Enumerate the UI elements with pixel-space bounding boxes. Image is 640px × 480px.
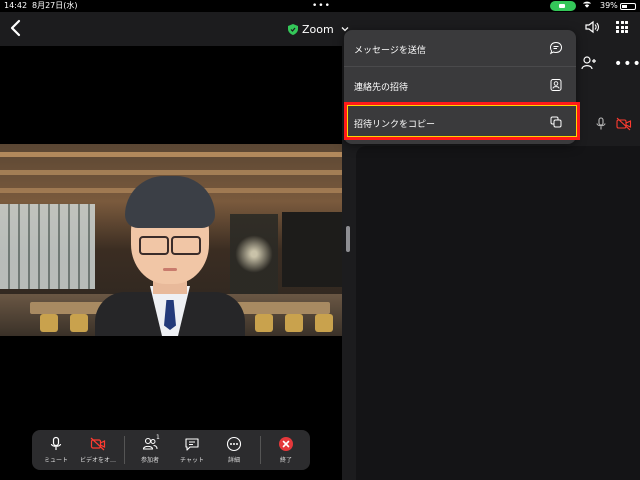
multitask-dots[interactable]: ••• (312, 0, 331, 12)
invite-button[interactable] (580, 54, 598, 72)
camera-indicator-icon (550, 1, 576, 11)
meeting-title-button[interactable]: Zoom (288, 20, 349, 38)
end-button[interactable]: 終了 (266, 434, 306, 468)
avatar (95, 174, 245, 336)
participant-mic-icon (594, 116, 608, 130)
status-date: 8月27日(水) (32, 1, 78, 10)
chat-icon (185, 438, 199, 451)
more-button[interactable]: 詳細 (214, 434, 254, 468)
mute-button[interactable]: ミュート (36, 434, 76, 468)
more-label: 詳細 (227, 457, 240, 464)
participants-count-badge: 1 (156, 434, 160, 441)
contact-icon (550, 79, 562, 91)
participants-button[interactable]: 1 参加者 (130, 434, 170, 468)
status-bar: 14:42 8月27日(水) ••• 39% (0, 0, 640, 12)
gallery-view-button[interactable] (616, 21, 628, 33)
participant-video-off-icon (616, 116, 632, 131)
meeting-controls: ミュート ビデオをオ… 1 参加者 チャット 詳細 終了 (32, 430, 310, 470)
participant-video (0, 144, 342, 336)
wifi-icon (582, 0, 592, 12)
participant-list (356, 146, 640, 480)
end-label: 終了 (279, 457, 292, 464)
chat-button[interactable]: チャット (172, 434, 212, 468)
back-button[interactable] (6, 16, 26, 40)
highlight-box (344, 102, 580, 140)
video-off-icon (90, 437, 106, 451)
chat-bubble-icon (549, 41, 563, 55)
more-icon (226, 436, 242, 452)
status-time: 14:42 (4, 1, 28, 10)
shield-icon (288, 23, 298, 35)
video-button[interactable]: ビデオをオ… (78, 434, 118, 468)
microphone-icon (50, 436, 62, 450)
menu-item-send-message[interactable]: メッセージを送信 (344, 30, 576, 66)
battery-icon (620, 3, 636, 10)
add-person-icon (581, 56, 596, 70)
speaker-icon (585, 20, 599, 34)
menu-item-label: メッセージを送信 (354, 46, 426, 56)
battery-percent: 39% (600, 1, 618, 10)
mute-label: ミュート (43, 457, 68, 464)
chat-label: チャット (180, 457, 204, 464)
panel-drag-handle[interactable] (346, 226, 350, 252)
speaker-button[interactable] (584, 19, 600, 35)
end-icon (279, 437, 293, 451)
menu-item-invite-contacts[interactable]: 連絡先の招待 (344, 67, 576, 103)
video-label: ビデオをオ… (79, 457, 116, 464)
chevron-left-icon (10, 19, 21, 37)
menu-item-label: 連絡先の招待 (354, 83, 409, 93)
meeting-title: Zoom (302, 22, 334, 36)
panel-more-button[interactable]: ••• (614, 56, 640, 72)
participants-label: 参加者 (140, 457, 159, 464)
